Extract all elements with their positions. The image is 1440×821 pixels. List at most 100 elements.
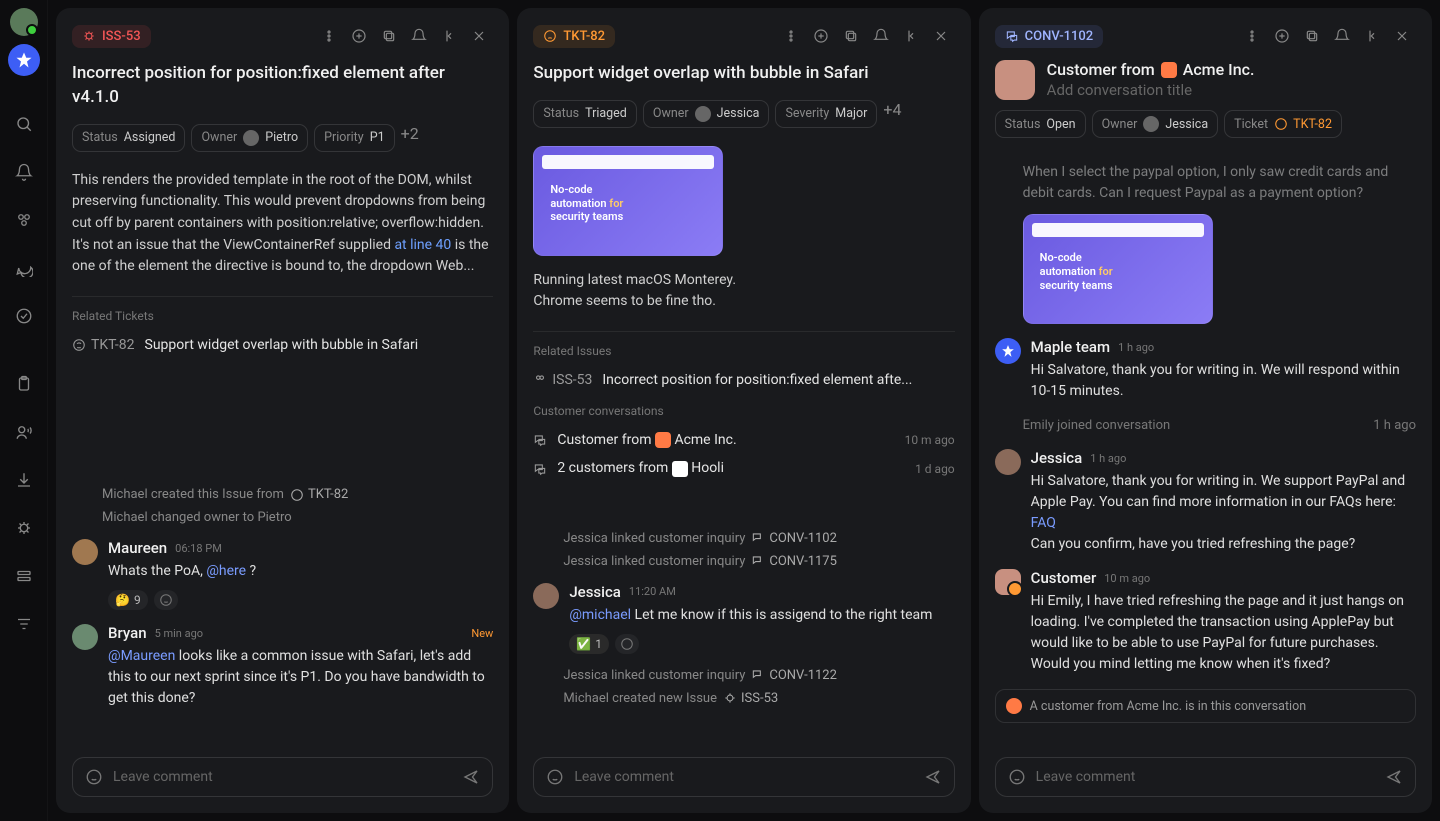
more-chips[interactable]: +4: [883, 100, 901, 128]
conversation-id: CONV-1102: [1025, 29, 1094, 44]
conversation-title-placeholder[interactable]: Add conversation title: [1047, 81, 1416, 99]
presence-notice: A customer from Acme Inc. is in this con…: [995, 689, 1416, 723]
org-logo-icon: [655, 432, 671, 448]
avatar: [533, 583, 559, 609]
chat-icon[interactable]: [4, 248, 44, 288]
reaction[interactable]: 🤔9: [108, 590, 148, 610]
search-icon[interactable]: [4, 104, 44, 144]
new-badge: New: [471, 627, 493, 640]
owner-chip[interactable]: OwnerPietro: [191, 124, 308, 152]
ticket-chip[interactable]: TicketTKT-82: [1224, 110, 1342, 138]
mention[interactable]: @Maureen: [108, 648, 175, 664]
comment-input[interactable]: [995, 757, 1416, 797]
related-issue-row[interactable]: ISS-53 Incorrect position for position:f…: [533, 366, 954, 394]
related-ticket-row[interactable]: TKT-82 Support widget overlap with bubbl…: [72, 331, 493, 359]
copy-icon[interactable]: [837, 22, 865, 50]
issue-title: Incorrect position for position:fixed el…: [72, 62, 493, 110]
more-chips[interactable]: +2: [401, 124, 419, 152]
conversation-row[interactable]: Customer from Acme Inc. 10 m ago: [533, 426, 954, 454]
ticket-tag[interactable]: TKT-82: [533, 25, 615, 48]
owner-chip[interactable]: OwnerJessica: [643, 100, 770, 128]
reaction[interactable]: ✅1: [569, 634, 609, 654]
mention[interactable]: @michael: [569, 607, 631, 623]
cards-icon[interactable]: [4, 556, 44, 596]
add-reaction-icon[interactable]: [615, 634, 639, 654]
check-circle-icon[interactable]: [4, 296, 44, 336]
message-preview: When I select the paypal option, I only …: [1023, 162, 1416, 204]
ticket-id: TKT-82: [563, 29, 605, 44]
customer-avatar: [995, 60, 1035, 100]
add-icon[interactable]: [345, 22, 373, 50]
avatar: [72, 624, 98, 650]
download-icon[interactable]: [4, 460, 44, 500]
system-event: Emily joined conversation1 h ago: [995, 418, 1416, 433]
add-icon[interactable]: [807, 22, 835, 50]
notify-icon[interactable]: [405, 22, 433, 50]
copy-icon[interactable]: [1298, 22, 1326, 50]
collapse-icon[interactable]: [1358, 22, 1386, 50]
close-icon[interactable]: [927, 22, 955, 50]
user-avatar[interactable]: [10, 8, 38, 36]
emoji-icon[interactable]: [546, 768, 564, 786]
collapse-icon[interactable]: [435, 22, 463, 50]
conversation-row[interactable]: 2 customers from Hooli 1 d ago: [533, 454, 954, 482]
app-logo[interactable]: [8, 44, 40, 76]
comment-field[interactable]: [1036, 769, 1375, 785]
activity-row: Michael created this Issue fromTKT-82: [72, 487, 493, 502]
severity-chip[interactable]: SeverityMajor: [775, 100, 877, 128]
more-icon[interactable]: [777, 22, 805, 50]
org-logo-icon: [1161, 62, 1177, 78]
bug-icon[interactable]: [4, 508, 44, 548]
bell-icon[interactable]: [4, 152, 44, 192]
filter-icon[interactable]: [4, 604, 44, 644]
comment-input[interactable]: [72, 757, 493, 797]
issue-id: ISS-53: [102, 29, 141, 44]
attachment-thumb[interactable]: No-code automation for security teams: [533, 146, 723, 256]
ticket-title: Support widget overlap with bubble in Sa…: [533, 62, 954, 86]
related-tickets-label: Related Tickets: [72, 309, 493, 323]
owner-chip[interactable]: OwnerJessica: [1092, 110, 1219, 138]
notify-icon[interactable]: [1328, 22, 1356, 50]
status-chip[interactable]: StatusTriaged: [533, 100, 637, 128]
avatar: [995, 449, 1021, 475]
status-chip[interactable]: StatusOpen: [995, 110, 1086, 138]
attachment-thumb[interactable]: No-code automation for security teams: [1023, 214, 1213, 324]
emoji-icon[interactable]: [85, 768, 103, 786]
issue-tag[interactable]: ISS-53: [72, 25, 151, 48]
comment-field[interactable]: [113, 769, 452, 785]
faq-link[interactable]: FAQ: [1031, 515, 1056, 531]
close-icon[interactable]: [465, 22, 493, 50]
comment: Jessica11:20 AM @michael Let me know if …: [533, 583, 954, 654]
nav-rail: [0, 0, 48, 821]
collapse-icon[interactable]: [897, 22, 925, 50]
clipboard-icon[interactable]: [4, 364, 44, 404]
emoji-icon[interactable]: [1008, 768, 1026, 786]
customer-avatar: [995, 569, 1021, 595]
ticket-panel: TKT-82 Support widget overlap with bubbl…: [517, 8, 970, 813]
speaker-icon[interactable]: [4, 412, 44, 452]
activity-row: Jessica linked customer inquiryCONV-1175: [533, 554, 954, 569]
priority-chip[interactable]: PriorityP1: [314, 124, 395, 152]
status-chip[interactable]: StatusAssigned: [72, 124, 185, 152]
notify-icon[interactable]: [867, 22, 895, 50]
team-icon[interactable]: [4, 200, 44, 240]
comment-input[interactable]: [533, 757, 954, 797]
conversation-tag[interactable]: CONV-1102: [995, 25, 1104, 48]
conversation-panel: CONV-1102 Customer fromAcme Inc. Add con…: [979, 8, 1432, 813]
more-icon[interactable]: [1238, 22, 1266, 50]
activity-row: Michael changed owner to Pietro: [72, 510, 493, 525]
issue-body: This renders the provided template in th…: [72, 170, 493, 278]
code-link[interactable]: at line 40: [394, 237, 451, 253]
message: Jessica1 h ago Hi Salvatore, thank you f…: [995, 449, 1416, 555]
send-icon[interactable]: [462, 768, 480, 786]
add-icon[interactable]: [1268, 22, 1296, 50]
close-icon[interactable]: [1388, 22, 1416, 50]
mention[interactable]: @here: [206, 563, 246, 579]
copy-icon[interactable]: [375, 22, 403, 50]
send-icon[interactable]: [924, 768, 942, 786]
send-icon[interactable]: [1385, 768, 1403, 786]
add-reaction-icon[interactable]: [154, 590, 178, 610]
comment-field[interactable]: [574, 769, 913, 785]
more-icon[interactable]: [315, 22, 343, 50]
related-issues-label: Related Issues: [533, 344, 954, 358]
